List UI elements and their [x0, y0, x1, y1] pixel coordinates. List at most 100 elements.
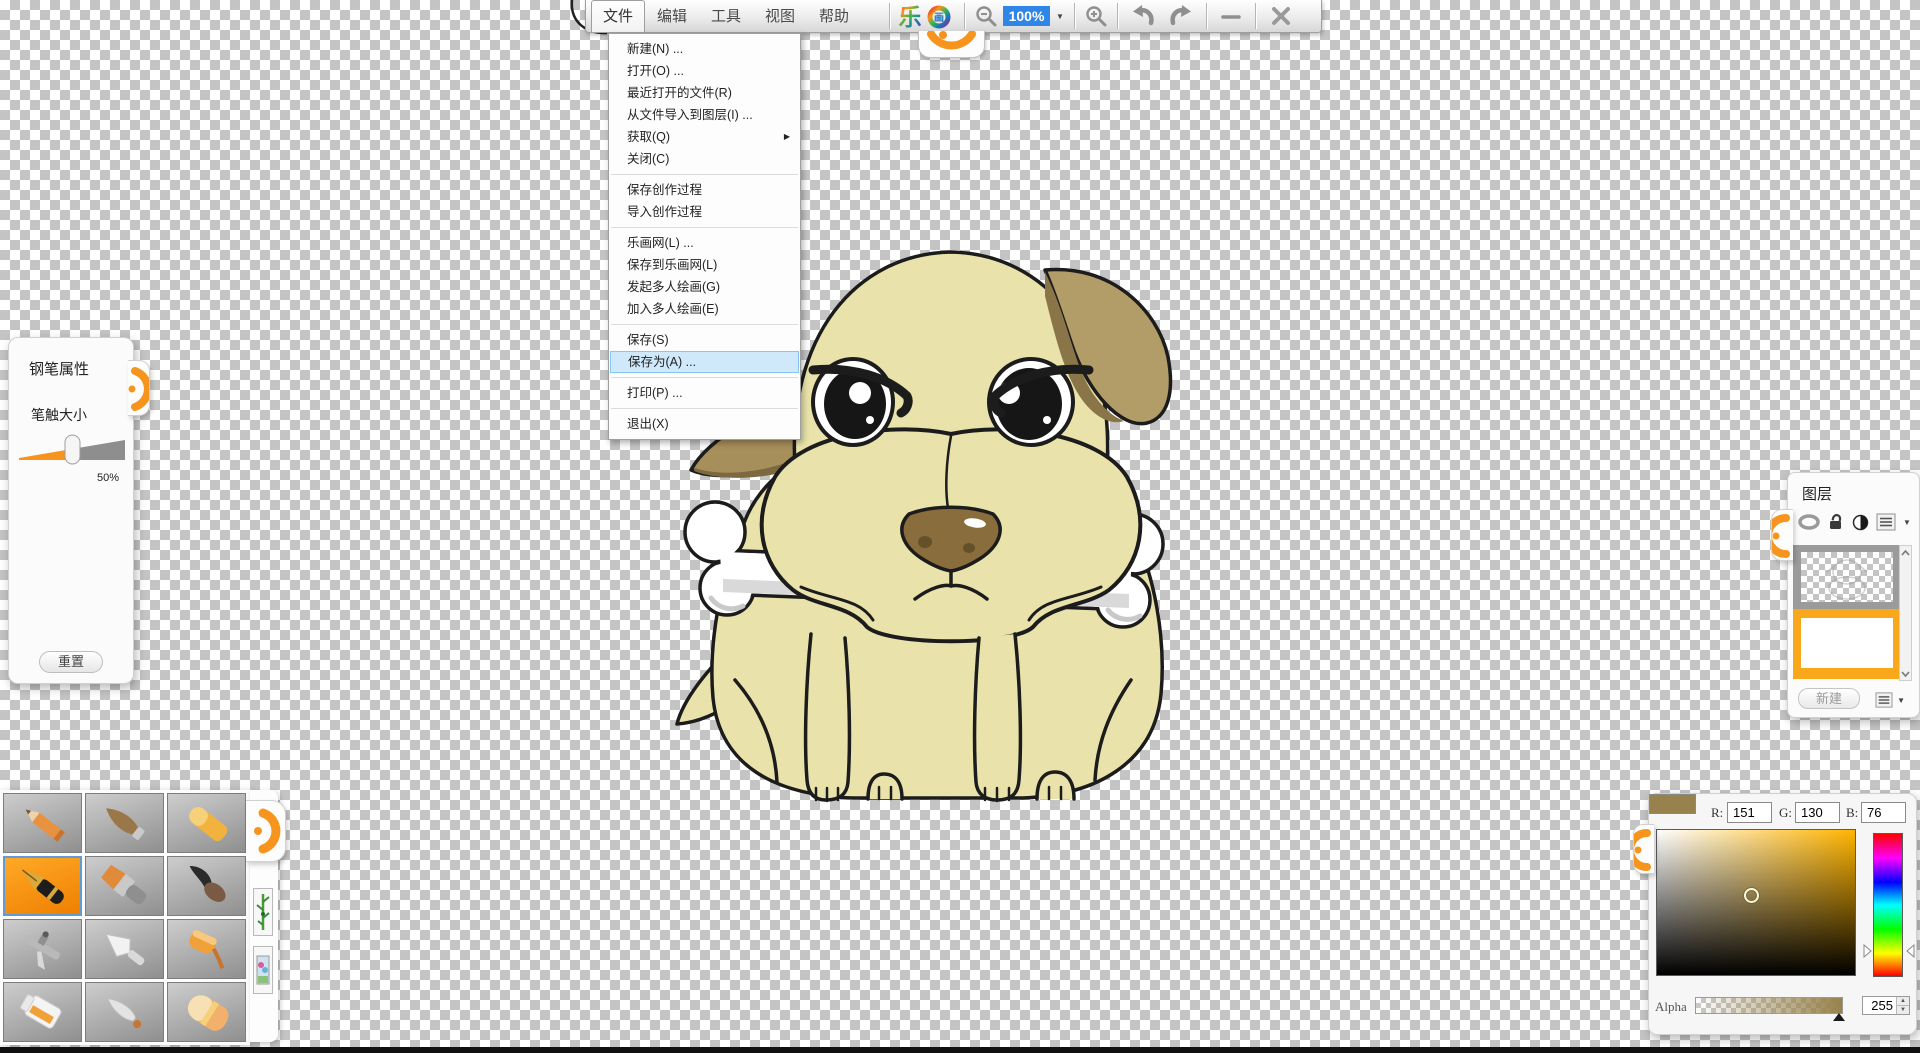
- layers-options-dropdown-arrow[interactable]: ▼: [1897, 696, 1905, 705]
- plant-sticker-button[interactable]: [253, 888, 273, 936]
- color-cursor[interactable]: [1744, 888, 1759, 903]
- menu-view[interactable]: 视图: [753, 0, 807, 32]
- zoom-out-button[interactable]: [971, 0, 1001, 32]
- menu-item-start-multiplayer[interactable]: 发起多人绘画(G): [610, 276, 799, 298]
- hue-marker-left[interactable]: [1863, 944, 1872, 958]
- layers-scrollbar[interactable]: [1899, 545, 1912, 681]
- undo-button[interactable]: [1124, 0, 1162, 32]
- zoom-in-button[interactable]: [1081, 0, 1111, 32]
- menu-item-save-to-lehua[interactable]: 保存到乐画网(L): [610, 254, 799, 276]
- menu-item-exit[interactable]: 退出(X): [610, 413, 799, 435]
- reset-button[interactable]: 重置: [39, 651, 103, 673]
- community-logo-icon: 画: [926, 3, 953, 30]
- menu-item-acquire[interactable]: 获取(Q) ▶: [610, 126, 799, 148]
- layer-menu-dropdown-arrow[interactable]: ▼: [1903, 518, 1911, 527]
- scroll-up-button[interactable]: [1900, 546, 1911, 559]
- image-sticker-button[interactable]: [253, 946, 273, 994]
- layers-list: [1793, 545, 1901, 681]
- sticker-image-icon: [256, 950, 270, 990]
- tool-flat-brush[interactable]: [85, 856, 164, 916]
- tool-palette-handle[interactable]: [246, 800, 286, 862]
- toolbar-separator: [1206, 3, 1207, 29]
- tool-pointed-brush[interactable]: [85, 793, 164, 853]
- tool-eraser[interactable]: [167, 982, 246, 1042]
- layer-blend-icon[interactable]: [1852, 514, 1869, 531]
- menu-file[interactable]: 文件: [591, 0, 645, 32]
- layer-lock-icon[interactable]: [1827, 513, 1845, 531]
- menu-tools[interactable]: 工具: [699, 0, 753, 32]
- tool-grid: [3, 793, 247, 1042]
- menu-item-print[interactable]: 打印(P) ...: [610, 382, 799, 404]
- toolbar-separator: [889, 3, 890, 29]
- slider-handle[interactable]: [65, 435, 80, 464]
- tool-paint-roller[interactable]: [167, 919, 246, 979]
- pen-panel-handle[interactable]: [128, 360, 150, 416]
- alpha-marker[interactable]: [1833, 1013, 1845, 1021]
- menu-item-join-multiplayer[interactable]: 加入多人绘画(E): [610, 298, 799, 320]
- layer-row-sketch[interactable]: [1793, 545, 1901, 609]
- layer-row-background-selected[interactable]: [1793, 609, 1901, 679]
- blue-input[interactable]: [1861, 802, 1906, 823]
- menu-item-lehua-web[interactable]: 乐画网(L) ...: [610, 232, 799, 254]
- tool-marker[interactable]: [3, 982, 82, 1042]
- red-input[interactable]: [1727, 802, 1772, 823]
- layer-visibility-icon[interactable]: [1798, 514, 1820, 530]
- tool-fountain-pen[interactable]: [3, 856, 82, 916]
- saturation-value-picker[interactable]: [1656, 829, 1856, 976]
- menu-separator: [611, 408, 798, 409]
- handle-arc-icon: [128, 361, 150, 416]
- menu-item-save-process[interactable]: 保存创作过程: [610, 179, 799, 201]
- menu-help[interactable]: 帮助: [807, 0, 861, 32]
- zoom-dropdown-arrow[interactable]: ▼: [1056, 12, 1064, 21]
- main-toolbar: 文件 编辑 工具 视图 帮助 乐 画 100% ▼: [585, 0, 1322, 33]
- menu-item-open[interactable]: 打开(O) ...: [610, 60, 799, 82]
- menu-item-import-process[interactable]: 导入创作过程: [610, 201, 799, 223]
- palette-knife-icon: [95, 926, 155, 972]
- chevron-up-icon: [1901, 550, 1910, 556]
- menu-item-close-file[interactable]: 关闭(C): [610, 148, 799, 170]
- hue-marker-right[interactable]: [1906, 944, 1915, 958]
- alpha-spinner: 255 ▲ ▼: [1862, 996, 1910, 1015]
- tool-palette-knife[interactable]: [85, 919, 164, 979]
- menu-item-import-to-layer[interactable]: 从文件导入到图层(I) ...: [610, 104, 799, 126]
- green-input[interactable]: [1795, 802, 1840, 823]
- new-layer-button[interactable]: 新建: [1798, 688, 1860, 709]
- toolbar-handle[interactable]: [918, 31, 985, 58]
- marker-icon: [13, 989, 73, 1035]
- tool-crayon[interactable]: [167, 793, 246, 853]
- menu-item-label: 获取(Q): [627, 130, 670, 144]
- menu-item-save[interactable]: 保存(S): [610, 329, 799, 351]
- zoom-level-value[interactable]: 100%: [1003, 6, 1050, 26]
- tool-airbrush[interactable]: [3, 919, 82, 979]
- layers-panel: 图层 ▼: [1787, 472, 1920, 718]
- toolbar-separator: [1074, 3, 1075, 29]
- layers-panel-handle[interactable]: [1771, 509, 1793, 561]
- tool-fine-brush[interactable]: [85, 982, 164, 1042]
- hue-slider[interactable]: [1873, 833, 1903, 977]
- menu-item-recent-files[interactable]: 最近打开的文件(R): [610, 82, 799, 104]
- handle-arc-icon: [1634, 825, 1654, 874]
- close-button[interactable]: [1262, 0, 1300, 32]
- redo-icon: [1168, 3, 1194, 29]
- pencil-icon: [13, 800, 73, 846]
- canvas[interactable]: 文件 编辑 工具 视图 帮助 乐 画 100% ▼: [0, 0, 1920, 1053]
- redo-button[interactable]: [1162, 0, 1200, 32]
- menu-edit[interactable]: 编辑: [645, 0, 699, 32]
- pointed-brush-icon: [95, 800, 155, 846]
- layers-options-icon[interactable]: [1875, 692, 1893, 708]
- alpha-increment-button[interactable]: ▲: [1897, 997, 1909, 1005]
- handle-arc-icon: [919, 31, 984, 56]
- layer-menu-icon[interactable]: [1876, 513, 1896, 531]
- scroll-down-button[interactable]: [1900, 667, 1911, 680]
- alpha-value[interactable]: 255: [1863, 997, 1896, 1014]
- brush-size-slider[interactable]: [15, 433, 129, 465]
- close-icon: [1269, 4, 1293, 28]
- menu-item-save-as[interactable]: 保存为(A) ...: [610, 351, 799, 373]
- color-panel-handle[interactable]: [1633, 824, 1654, 874]
- tool-pencil[interactable]: [3, 793, 82, 853]
- alpha-decrement-button[interactable]: ▼: [1897, 1005, 1909, 1014]
- alpha-slider[interactable]: [1695, 997, 1843, 1014]
- minimize-button[interactable]: [1213, 0, 1249, 32]
- menu-item-new[interactable]: 新建(N) ...: [610, 38, 799, 60]
- tool-ink-brush[interactable]: [167, 856, 246, 916]
